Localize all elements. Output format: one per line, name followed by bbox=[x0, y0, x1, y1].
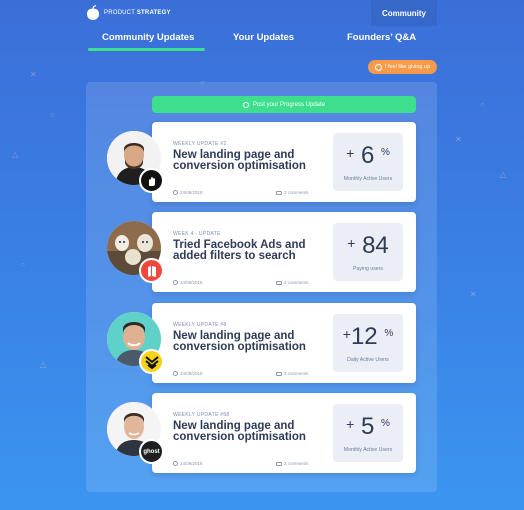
stat-metric: Monthly Active Users bbox=[343, 176, 393, 182]
apple-logo-icon bbox=[87, 5, 99, 20]
post-progress-button[interactable]: Post your Progress Update bbox=[152, 96, 416, 113]
update-card[interactable]: WEEKLY UPDATE #2 New landing page and co… bbox=[152, 122, 416, 202]
stat-box: +12 % Daily Active Users bbox=[333, 314, 403, 372]
map-logo-icon bbox=[139, 258, 164, 283]
decor-shape: ✕ bbox=[455, 135, 462, 144]
decor-shape: ✕ bbox=[470, 290, 477, 299]
ghost-logo-icon: ghost bbox=[139, 439, 164, 464]
update-title[interactable]: New landing page and conversion optimisa… bbox=[173, 420, 323, 443]
update-label: WEEKLY UPDATE #8 bbox=[173, 322, 227, 328]
tab-community-updates[interactable]: Community Updates bbox=[102, 32, 194, 43]
decor-shape: ○ bbox=[50, 110, 55, 119]
give-up-label: I feel like giving up bbox=[384, 64, 431, 70]
stat-metric: Monthly Active Users bbox=[343, 447, 393, 453]
give-up-button[interactable]: I feel like giving up bbox=[368, 60, 437, 74]
comment-icon bbox=[276, 371, 282, 376]
logo[interactable]: PRODUCT STRATEGY bbox=[86, 5, 171, 21]
tab-founders-qa[interactable]: Founders’ Q&A bbox=[347, 32, 416, 43]
ghost-logo-text: ghost bbox=[143, 448, 160, 455]
decor-shape: ○ bbox=[20, 260, 25, 269]
chevron-logo-icon bbox=[139, 349, 164, 374]
decor-shape: △ bbox=[40, 360, 47, 369]
decor-shape: ○ bbox=[480, 100, 485, 109]
clock-icon bbox=[173, 371, 178, 376]
clock-icon bbox=[173, 190, 178, 195]
update-title[interactable]: New landing page and conversion optimisa… bbox=[173, 330, 323, 353]
comment-icon bbox=[276, 280, 282, 285]
stat-value: + 5 % bbox=[346, 413, 390, 440]
decor-shape: △ bbox=[500, 170, 507, 179]
update-title[interactable]: New landing page and conversion optimisa… bbox=[173, 149, 323, 172]
comment-icon bbox=[276, 461, 282, 466]
stat-value: + 6 % bbox=[346, 142, 390, 169]
update-label: WEEKLY UPDATE #58 bbox=[173, 412, 230, 418]
comments-link[interactable]: 2 comments bbox=[276, 371, 309, 376]
update-card[interactable]: WEEK 4 - UPDATE Tried Facebook Ads and a… bbox=[152, 212, 416, 292]
update-date: 24/08/2018 bbox=[173, 190, 203, 195]
stat-metric: Daily Active Users bbox=[347, 357, 389, 363]
update-date: 24/08/2018 bbox=[173, 280, 203, 285]
comments-link[interactable]: 2 comments bbox=[276, 461, 309, 466]
logo-text: PRODUCT STRATEGY bbox=[104, 10, 171, 16]
plus-circle-icon bbox=[242, 101, 249, 108]
update-label: WEEK 4 - UPDATE bbox=[173, 231, 221, 237]
stat-box: + 84 Paying users bbox=[333, 223, 403, 281]
active-tab-indicator bbox=[88, 48, 205, 51]
tab-your-updates[interactable]: Your Updates bbox=[233, 32, 294, 43]
clock-icon bbox=[173, 461, 178, 466]
decor-shape: △ bbox=[12, 150, 19, 159]
stat-box: + 6 % Monthly Active Users bbox=[333, 133, 403, 191]
decor-shape: ✕ bbox=[30, 70, 37, 79]
sad-face-icon bbox=[374, 63, 382, 71]
stat-value: + 84 bbox=[347, 232, 389, 259]
nav-community[interactable]: Community bbox=[371, 0, 437, 26]
update-title[interactable]: Tried Facebook Ads and added filters to … bbox=[173, 239, 323, 262]
hand-logo-icon bbox=[139, 168, 164, 193]
update-card[interactable]: WEEKLY UPDATE #8 New landing page and co… bbox=[152, 303, 416, 383]
comments-link[interactable]: 2 comments bbox=[276, 280, 309, 285]
post-progress-label: Post your Progress Update bbox=[252, 101, 326, 108]
top-bar: PRODUCT STRATEGY Community bbox=[0, 0, 524, 26]
update-card[interactable]: WEEKLY UPDATE #58 New landing page and c… bbox=[152, 393, 416, 473]
comments-link[interactable]: 3 comments bbox=[276, 190, 309, 195]
stat-box: + 5 % Monthly Active Users bbox=[333, 404, 403, 462]
tab-bar: Community Updates Your Updates Founders’… bbox=[0, 32, 524, 52]
stat-metric: Paying users bbox=[353, 266, 383, 272]
update-date: 24/08/2018 bbox=[173, 371, 203, 376]
stat-value: +12 % bbox=[342, 323, 394, 350]
update-date: 24/08/2018 bbox=[173, 461, 203, 466]
clock-icon bbox=[173, 280, 178, 285]
comment-icon bbox=[276, 190, 282, 195]
update-label: WEEKLY UPDATE #2 bbox=[173, 141, 227, 147]
